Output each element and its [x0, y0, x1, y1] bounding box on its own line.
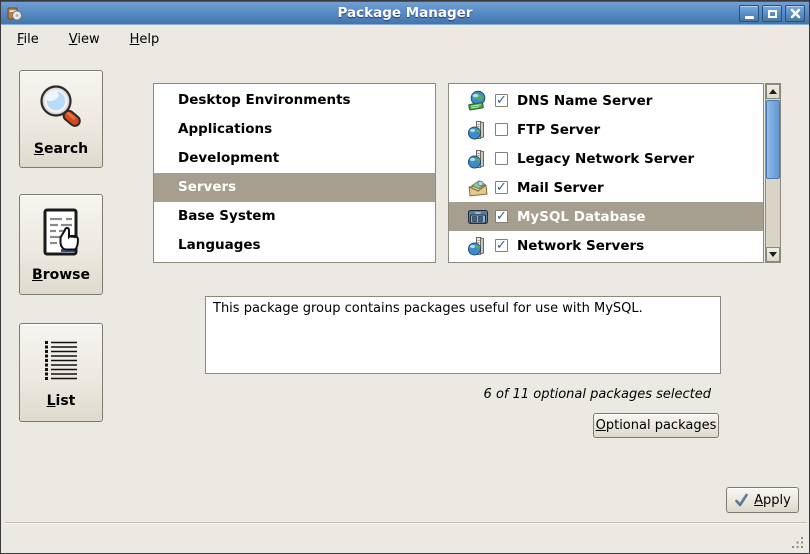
- menu-item-help[interactable]: Help: [122, 29, 168, 50]
- network-server-icon: [467, 148, 489, 170]
- package-list-scrollbar[interactable]: [765, 83, 781, 263]
- package-row[interactable]: Mail Server: [449, 173, 763, 202]
- category-label: Development: [178, 150, 279, 166]
- package-row-partial[interactable]: [449, 260, 763, 263]
- magnifier-icon: [34, 82, 88, 136]
- search-button-label: Search: [34, 141, 88, 157]
- package-manager-icon: [6, 5, 23, 22]
- package-row[interactable]: Network Servers: [449, 231, 763, 260]
- menubar: File View Help: [1, 26, 809, 52]
- list-icon: [34, 336, 88, 388]
- scrollbar-thumb[interactable]: [766, 100, 780, 179]
- package-checkbox[interactable]: [495, 152, 508, 165]
- category-row[interactable]: Languages: [154, 231, 435, 260]
- close-button[interactable]: [785, 5, 805, 22]
- optional-packages-button-label: Optional packages: [596, 418, 717, 433]
- category-row[interactable]: Servers: [154, 173, 435, 202]
- description-text: This package group contains packages use…: [213, 301, 713, 316]
- apply-button[interactable]: Apply: [726, 487, 799, 513]
- package-row[interactable]: FTP Server: [449, 115, 763, 144]
- package-row[interactable]: Legacy Network Server: [449, 144, 763, 173]
- package-checkbox[interactable]: [495, 239, 508, 252]
- list-button-label: List: [47, 393, 76, 409]
- statusbar-separator: [5, 522, 807, 524]
- package-checkbox[interactable]: [495, 123, 508, 136]
- package-label: Mail Server: [517, 180, 604, 196]
- menu-item-file[interactable]: File: [9, 29, 47, 50]
- browse-button-label: Browse: [32, 267, 90, 283]
- titlebar: Package Manager: [1, 1, 809, 25]
- package-label: DNS Name Server: [517, 93, 652, 109]
- package-row[interactable]: DNS Name Server: [449, 86, 763, 115]
- category-row[interactable]: Applications: [154, 115, 435, 144]
- dns-server-icon: [467, 90, 489, 112]
- minimize-icon: [745, 16, 754, 19]
- category-list: Desktop Environments Applications Develo…: [153, 83, 436, 263]
- optional-status-text: 6 of 11 optional packages selected: [401, 387, 711, 402]
- category-label: Applications: [178, 121, 272, 137]
- arrow-up-icon: [769, 89, 777, 94]
- view-browse-button[interactable]: Browse: [19, 194, 103, 295]
- resize-grip[interactable]: [790, 535, 805, 550]
- window-title: Package Manager: [1, 5, 809, 21]
- close-icon: [790, 8, 801, 19]
- category-label: Servers: [178, 179, 236, 195]
- mail-server-icon: [467, 177, 489, 199]
- package-row[interactable]: MySQL Database: [449, 202, 763, 231]
- package-checkbox[interactable]: [495, 94, 508, 107]
- package-checkbox[interactable]: [495, 210, 508, 223]
- package-label: Network Servers: [517, 238, 644, 254]
- window-controls: [739, 5, 805, 22]
- maximize-icon: [768, 10, 777, 18]
- network-server-icon: [467, 119, 489, 141]
- package-checkbox[interactable]: [495, 181, 508, 194]
- category-row[interactable]: Development: [154, 144, 435, 173]
- category-label: Desktop Environments: [178, 92, 351, 108]
- view-search-button[interactable]: Search: [19, 70, 103, 168]
- view-list-button[interactable]: List: [19, 323, 103, 422]
- category-row[interactable]: Base System: [154, 202, 435, 231]
- menu-item-view[interactable]: View: [61, 29, 108, 50]
- package-label: Legacy Network Server: [517, 151, 694, 167]
- check-icon: [734, 493, 749, 507]
- category-label: Base System: [178, 208, 276, 224]
- arrow-down-icon: [769, 252, 777, 257]
- network-server-icon: [467, 235, 489, 257]
- database-icon: [467, 206, 489, 228]
- maximize-button[interactable]: [762, 5, 782, 22]
- package-label: FTP Server: [517, 122, 600, 138]
- scroll-up-button[interactable]: [766, 84, 780, 99]
- scroll-down-button[interactable]: [766, 247, 780, 262]
- optional-packages-button[interactable]: Optional packages: [593, 413, 719, 438]
- package-label: MySQL Database: [517, 209, 646, 225]
- category-label: Languages: [178, 237, 261, 253]
- minimize-button[interactable]: [739, 5, 759, 22]
- apply-button-label: Apply: [754, 493, 791, 508]
- browse-document-hand-icon: [34, 206, 88, 262]
- category-row[interactable]: Desktop Environments: [154, 86, 435, 115]
- package-manager-window: Package Manager File View Help: [0, 0, 810, 554]
- description-box: This package group contains packages use…: [205, 296, 721, 374]
- package-list: DNS Name Server FTP Server: [448, 83, 764, 263]
